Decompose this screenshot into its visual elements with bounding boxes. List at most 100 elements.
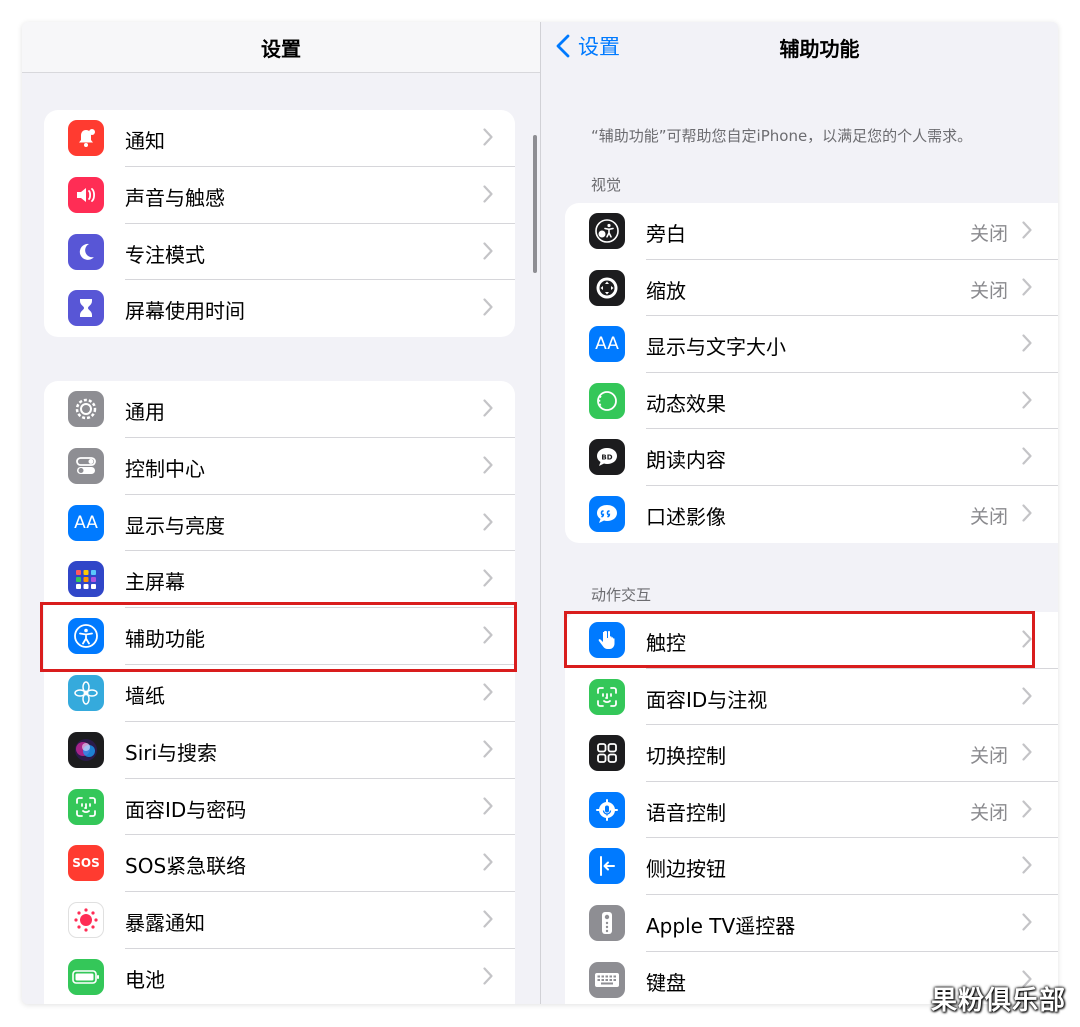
accessibility-item-spoken-content[interactable]: BD 朗读内容 [565, 429, 1058, 486]
accessibility-item-touch[interactable]: 触控 [565, 612, 1058, 669]
settings-item-home-screen[interactable]: 主屏幕 [44, 551, 515, 609]
chevron-right-icon [483, 853, 493, 871]
moon-icon [68, 233, 104, 270]
accessibility-item-motion[interactable]: 动态效果 [565, 373, 1058, 430]
settings-group-2: 通用 控制中心 AA 显示与亮度 主屏幕 辅助功能 墙纸 Siri与搜索 面容I… [44, 381, 515, 1004]
siri-icon [68, 731, 104, 768]
accessibility-item-zoom[interactable]: 缩放 关闭 [565, 260, 1058, 317]
settings-item-screen-time[interactable]: 屏幕使用时间 [44, 280, 515, 337]
svg-text:BD: BD [601, 454, 612, 462]
bell-icon [68, 120, 104, 156]
chevron-right-icon [1022, 221, 1032, 239]
ipad-settings-screen: 设置 通知 声音与触感 专注模式 屏幕使用时间 通用 控制中心 AA 显示与亮度… [22, 22, 1058, 1004]
settings-item-label: 墙纸 [125, 683, 165, 708]
audio-description-icon [589, 495, 625, 532]
settings-item-notifications[interactable]: 通知 [44, 110, 515, 167]
accessibility-item-label: 键盘 [646, 970, 686, 995]
voice-control-icon [589, 791, 625, 828]
settings-item-exposure[interactable]: 暴露通知 [44, 892, 515, 949]
settings-item-focus[interactable]: 专注模式 [44, 224, 515, 281]
chevron-right-icon [483, 241, 493, 260]
settings-item-general[interactable]: 通用 [44, 381, 515, 438]
chevron-right-icon [1022, 856, 1032, 874]
page-description: “辅助功能”可帮助您自定iPhone，以满足您的个人需求。 [591, 127, 973, 145]
watermark: 果粉俱乐部 [930, 986, 1066, 1016]
accessibility-item-faceid-attention[interactable]: 面容ID与注视 [565, 669, 1058, 726]
settings-item-label: 暴露通知 [125, 911, 205, 936]
chevron-right-icon [1022, 504, 1032, 522]
faceid-icon [68, 788, 104, 825]
accessibility-item-label: 侧边按钮 [646, 857, 726, 882]
gear-icon [68, 391, 104, 427]
settings-item-label: 主屏幕 [125, 570, 185, 595]
aa-icon: AA [589, 326, 625, 363]
accessibility-item-label: 面容ID与注视 [646, 687, 768, 712]
accessibility-item-voiceover[interactable]: 旁白 关闭 [565, 203, 1058, 260]
accessibility-item-value: 关闭 [969, 279, 1008, 302]
settings-item-label: 辅助功能 [125, 627, 205, 652]
settings-item-sos[interactable]: SOS SOS紧急联络 [44, 835, 515, 893]
chevron-right-icon [1022, 334, 1032, 352]
chevron-right-icon [1022, 743, 1032, 761]
settings-item-label: 面容ID与密码 [125, 797, 247, 822]
zoom-icon [589, 269, 625, 306]
accessibility-item-apple-tv-remote[interactable]: Apple TV遥控器 [565, 895, 1058, 952]
settings-item-battery[interactable]: 电池 [44, 949, 515, 1004]
chevron-right-icon [483, 298, 493, 316]
interaction-group: 触控 面容ID与注视 切换控制 关闭 语音控制 关闭 侧边按钮 Apple TV… [565, 612, 1058, 1004]
accessibility-item-side-button[interactable]: 侧边按钮 [565, 838, 1058, 895]
settings-item-label: 声音与触感 [125, 185, 225, 210]
chevron-right-icon [1022, 277, 1032, 296]
chevron-right-icon [483, 683, 493, 701]
accessibility-item-label: 口述影像 [646, 504, 726, 529]
battery-icon [68, 958, 104, 995]
accessibility-icon [68, 618, 104, 655]
accessibility-item-voice-control[interactable]: 语音控制 关闭 [565, 782, 1058, 839]
accessibility-detail-pane: 设置 辅助功能 “辅助功能”可帮助您自定iPhone，以满足您的个人需求。 视觉… [541, 22, 1058, 1004]
settings-item-faceid[interactable]: 面容ID与密码 [44, 779, 515, 836]
settings-item-label: SOS紧急联络 [125, 854, 247, 879]
vision-group: 旁白 关闭 缩放 关闭 AA 显示与文字大小 动态效果 BD 朗读内容 口述影像… [565, 203, 1058, 543]
settings-sidebar: 设置 通知 声音与触感 专注模式 屏幕使用时间 通用 控制中心 AA 显示与亮度… [22, 22, 541, 1004]
faceid-icon [589, 678, 625, 715]
chevron-right-icon [483, 456, 493, 474]
exposure-icon [68, 902, 104, 939]
flower-icon [68, 674, 104, 711]
accessibility-item-value: 关闭 [969, 745, 1008, 768]
chevron-right-icon [483, 910, 493, 928]
chevron-right-icon [483, 626, 493, 644]
settings-item-control-center[interactable]: 控制中心 [44, 438, 515, 495]
chevron-right-icon [483, 967, 493, 985]
accessibility-item-label: 切换控制 [646, 744, 726, 769]
chevron-right-icon [1022, 391, 1032, 409]
accessibility-item-switch-control[interactable]: 切换控制 关闭 [565, 725, 1058, 782]
chevron-right-icon [483, 796, 493, 815]
accessibility-item-value: 关闭 [969, 505, 1008, 528]
accessibility-item-label: 旁白 [646, 222, 686, 246]
settings-item-label: 通用 [125, 400, 165, 424]
accessibility-item-audio-descriptions[interactable]: 口述影像 关闭 [565, 486, 1058, 543]
chevron-right-icon [1022, 800, 1032, 818]
settings-item-label: 屏幕使用时间 [125, 299, 245, 324]
accessibility-item-display-text-size[interactable]: AA 显示与文字大小 [565, 316, 1058, 373]
accessibility-item-label: Apple TV遥控器 [646, 913, 796, 938]
settings-item-wallpaper[interactable]: 墙纸 [44, 665, 515, 722]
settings-item-label: 控制中心 [125, 456, 205, 481]
accessibility-item-label: 显示与文字大小 [646, 335, 786, 360]
switch-grid-icon [589, 735, 625, 772]
chevron-right-icon [483, 399, 493, 417]
page-title: 辅助功能 [779, 37, 860, 61]
chevron-right-icon [1022, 447, 1032, 465]
homescreen-grid-icon [68, 561, 104, 598]
chevron-right-icon [483, 128, 493, 146]
settings-item-sounds[interactable]: 声音与触感 [44, 167, 515, 224]
settings-item-siri[interactable]: Siri与搜索 [44, 722, 515, 779]
hourglass-icon [68, 290, 104, 327]
accessibility-item-label: 动态效果 [646, 391, 726, 416]
chevron-right-icon [483, 740, 493, 758]
settings-item-display[interactable]: AA 显示与亮度 [44, 495, 515, 552]
sos-icon: SOS [68, 845, 104, 882]
scroll-indicator[interactable] [533, 135, 537, 273]
accessibility-item-label: 缩放 [646, 278, 686, 303]
settings-item-accessibility[interactable]: 辅助功能 [44, 608, 515, 665]
